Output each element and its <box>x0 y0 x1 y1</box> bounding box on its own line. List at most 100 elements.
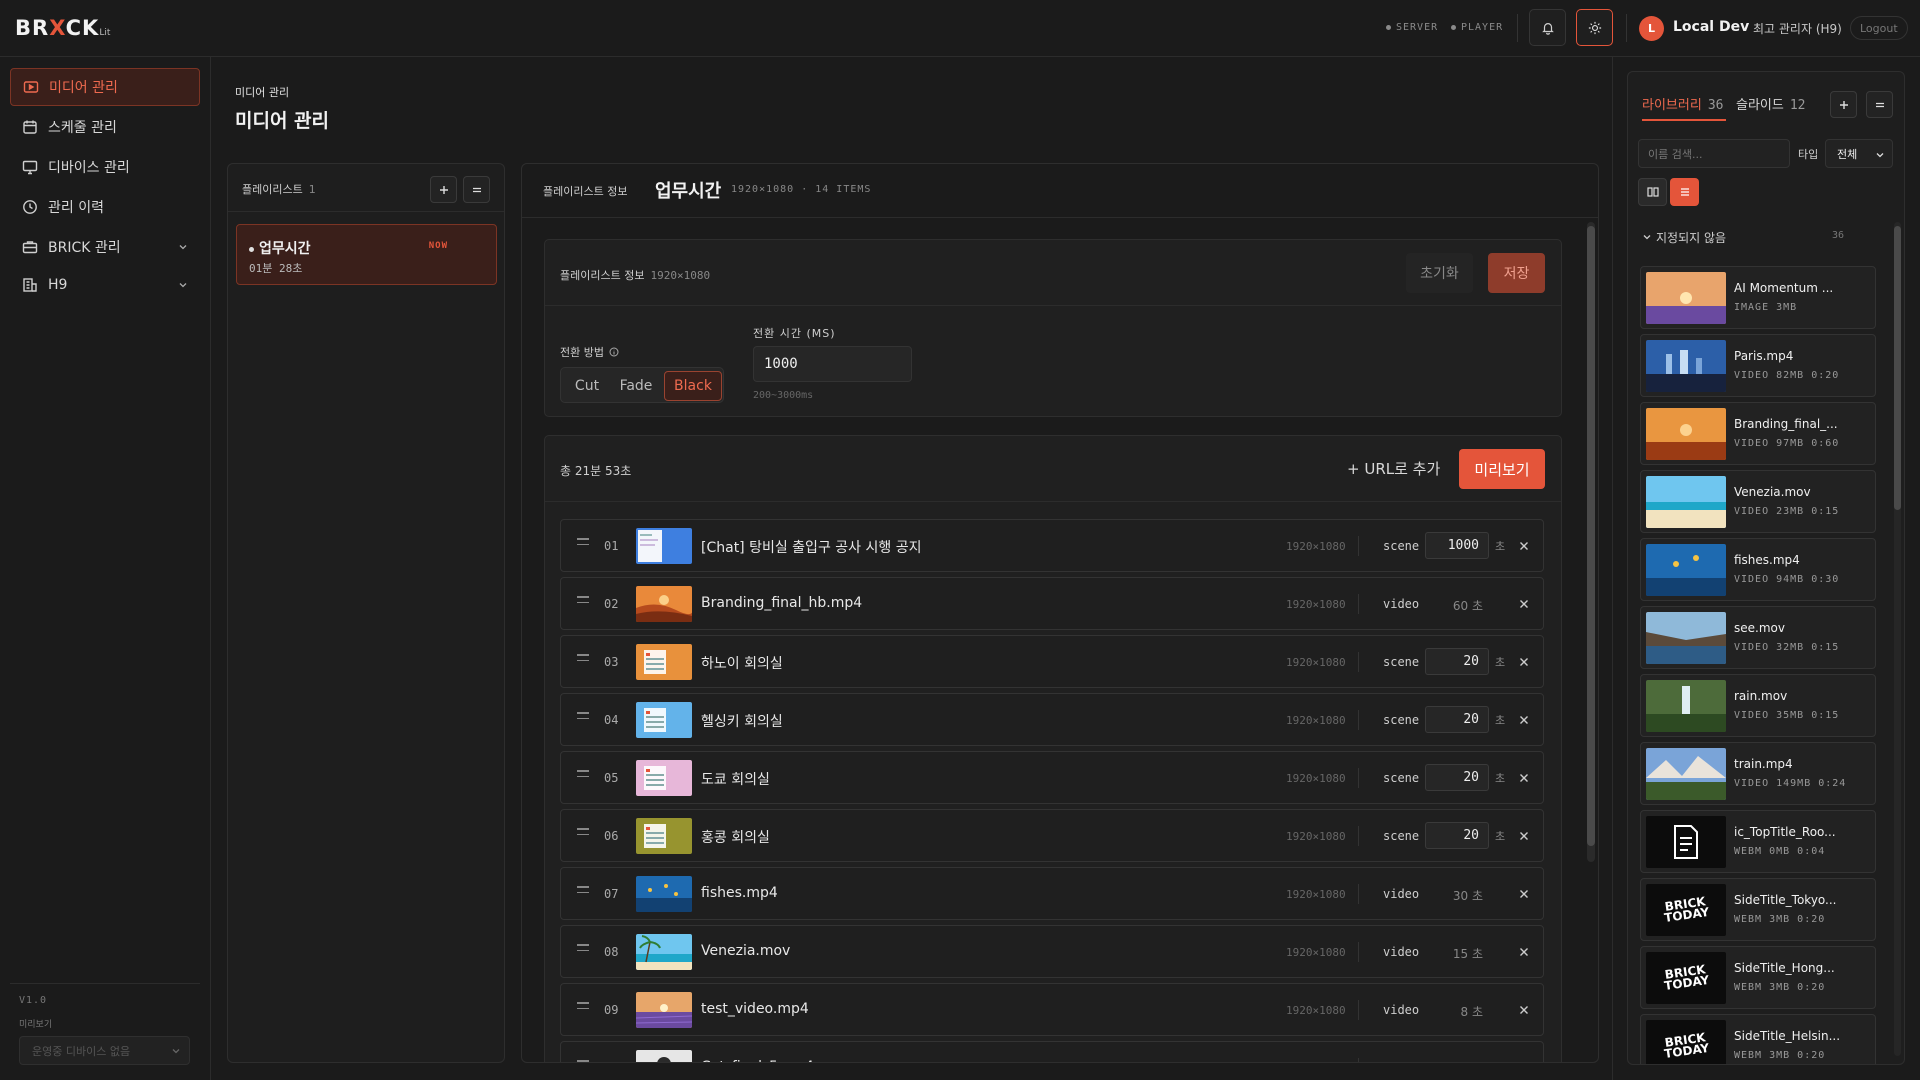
row-type: video <box>1383 597 1420 611</box>
reset-button[interactable]: 초기화 <box>1406 253 1473 293</box>
drag-handle-icon[interactable] <box>577 538 589 549</box>
row-type: video <box>1383 945 1420 959</box>
drag-handle-icon[interactable] <box>577 712 589 723</box>
save-button[interactable]: 저장 <box>1488 253 1545 293</box>
media-thumbnail <box>1646 544 1726 596</box>
row-resolution: 1920×1080 <box>1286 598 1346 611</box>
drag-handle-icon[interactable] <box>577 944 589 955</box>
logout-button[interactable]: Logout <box>1850 16 1908 40</box>
add-url-button[interactable]: + URL로 추가 <box>1347 458 1440 479</box>
remove-row-button[interactable] <box>1514 1058 1534 1062</box>
theme-toggle-button[interactable] <box>1576 9 1613 46</box>
playlist-row[interactable]: 07 fishes.mp4 1920×1080 video 30 초 <box>560 867 1544 920</box>
media-item[interactable]: Branding_final_... VIDEO 97MB 0:60 <box>1640 402 1876 465</box>
media-item[interactable]: BRICK TODAY SideTitle_Helsin... WEBM 3MB 0… <box>1640 1014 1876 1064</box>
media-name: SideTitle_Helsin... <box>1734 1029 1841 1043</box>
scrollbar-thumb[interactable] <box>1587 226 1595 846</box>
calendar-icon <box>22 119 38 135</box>
media-item[interactable]: see.mov VIDEO 32MB 0:15 <box>1640 606 1876 669</box>
media-item[interactable]: BRICK TODAY SideTitle_Hong... WEBM 3MB 0:2… <box>1640 946 1876 1009</box>
sidebar-item-history[interactable]: 관리 이력 <box>10 188 200 226</box>
sidebar-item-devices[interactable]: 디바이스 관리 <box>10 148 200 186</box>
scrollbar[interactable] <box>1587 222 1595 862</box>
sidebar-item-media[interactable]: 미디어 관리 <box>10 68 200 106</box>
media-item[interactable]: Paris.mp4 VIDEO 82MB 0:20 <box>1640 334 1876 397</box>
remove-row-button[interactable] <box>1514 1000 1534 1020</box>
remove-row-button[interactable] <box>1514 536 1534 556</box>
remove-row-button[interactable] <box>1514 942 1534 962</box>
playlist-menu-button[interactable] <box>463 176 490 203</box>
playlist-row[interactable]: 01 [Chat] 탕비실 출입구 공사 시행 공지 1920×1080 scene 1… <box>560 519 1544 572</box>
brand-logo[interactable]: BRXCKLit <box>15 16 110 40</box>
list-view-button[interactable] <box>1670 178 1699 206</box>
transition-black[interactable]: Black <box>664 371 722 401</box>
drag-handle-icon[interactable] <box>577 828 589 839</box>
add-playlist-button[interactable] <box>430 176 457 203</box>
duration-input[interactable]: 20 <box>1425 764 1489 791</box>
preview-device-select[interactable]: 운영중 디바이스 없음 <box>19 1036 190 1065</box>
drag-handle-icon[interactable] <box>577 654 589 665</box>
scrollbar-thumb[interactable] <box>1894 226 1901 510</box>
playlist-row[interactable]: 06 홍콩 회의실 1920×1080 scene 20 초 <box>560 809 1544 862</box>
transition-cut[interactable]: Cut <box>567 371 607 401</box>
playlist-row[interactable]: 05 도쿄 회의실 1920×1080 scene 20 초 <box>560 751 1544 804</box>
playlist-row[interactable]: 03 하노이 회의실 1920×1080 scene 20 초 <box>560 635 1544 688</box>
preview-button[interactable]: 미리보기 <box>1459 449 1545 489</box>
media-item[interactable]: BRICK TODAY SideTitle_Tokyo... WEBM 3MB 0:… <box>1640 878 1876 941</box>
notifications-button[interactable] <box>1529 9 1566 46</box>
duration-input[interactable]: 20 <box>1425 822 1489 849</box>
transition-selector: Cut Fade Black <box>560 367 724 403</box>
remove-row-button[interactable] <box>1514 826 1534 846</box>
active-dot <box>249 246 254 252</box>
remove-row-button[interactable] <box>1514 710 1534 730</box>
media-item[interactable]: train.mp4 VIDEO 149MB 0:24 <box>1640 742 1876 805</box>
drag-handle-icon[interactable] <box>577 1002 589 1013</box>
remove-row-button[interactable] <box>1514 652 1534 672</box>
duration-input[interactable]: 1000 <box>1425 532 1489 559</box>
divider <box>1626 14 1627 42</box>
drag-handle-icon[interactable] <box>577 770 589 781</box>
drag-handle-icon[interactable] <box>577 886 589 897</box>
playlist-row[interactable]: 10 Cat_final_5.mp4 1920×1080 video 35 초 <box>560 1041 1544 1062</box>
row-index: 05 <box>604 771 619 785</box>
avatar[interactable]: L <box>1639 16 1664 41</box>
row-type: video <box>1383 1003 1420 1017</box>
tab-slides[interactable]: 슬라이드 12 <box>1736 94 1806 113</box>
media-meta: WEBM 0MB 0:04 <box>1734 846 1826 857</box>
media-item[interactable]: rain.mov VIDEO 35MB 0:15 <box>1640 674 1876 737</box>
search-input[interactable]: 이름 검색... <box>1638 139 1790 168</box>
media-name: rain.mov <box>1734 689 1788 703</box>
playlist-item[interactable]: 업무시간 01분 28초 NOW <box>236 224 497 285</box>
playlist-row[interactable]: 04 헬싱키 회의실 1920×1080 scene 20 초 <box>560 693 1544 746</box>
drag-handle-icon[interactable] <box>577 1060 589 1062</box>
remove-row-button[interactable] <box>1514 768 1534 788</box>
playlist-row[interactable]: 09 test_video.mp4 1920×1080 video 8 초 <box>560 983 1544 1036</box>
sidebar-item-h9[interactable]: H9 <box>10 266 200 304</box>
media-item[interactable]: Venezia.mov VIDEO 23MB 0:15 <box>1640 470 1876 533</box>
transition-time-input[interactable]: 1000 <box>753 346 912 382</box>
drag-handle-icon[interactable] <box>577 596 589 607</box>
duration-input[interactable]: 20 <box>1425 706 1489 733</box>
playlist-row[interactable]: 02 Branding_final_hb.mp4 1920×1080 video 60 … <box>560 577 1544 630</box>
playlist-row[interactable]: 08 Venezia.mov 1920×1080 video 15 초 <box>560 925 1544 978</box>
plus-icon <box>439 185 448 194</box>
remove-row-button[interactable] <box>1514 884 1534 904</box>
tab-library[interactable]: 라이브러리 36 <box>1642 94 1723 113</box>
row-thumbnail <box>636 644 692 680</box>
transition-fade[interactable]: Fade <box>611 371 661 401</box>
scrollbar[interactable] <box>1894 222 1901 1056</box>
type-filter-select[interactable]: 전체 <box>1825 139 1893 168</box>
sidebar-item-brick[interactable]: BRICK 관리 <box>10 228 200 266</box>
media-thumbnail <box>1646 612 1726 664</box>
thumbnail-title: BRICK TODAY <box>1663 1030 1711 1062</box>
add-media-button[interactable] <box>1830 91 1857 118</box>
media-item[interactable]: AI Momentum ... IMAGE 3MB <box>1640 266 1876 329</box>
grid-view-button[interactable] <box>1638 178 1667 206</box>
sidebar-item-schedule[interactable]: 스케줄 관리 <box>10 108 200 146</box>
group-header[interactable]: 지정되지 않음 <box>1642 229 1726 246</box>
media-item[interactable]: fishes.mp4 VIDEO 94MB 0:30 <box>1640 538 1876 601</box>
library-menu-button[interactable] <box>1866 91 1893 118</box>
media-item[interactable]: ic_TopTitle_Roo... WEBM 0MB 0:04 <box>1640 810 1876 873</box>
remove-row-button[interactable] <box>1514 594 1534 614</box>
duration-input[interactable]: 20 <box>1425 648 1489 675</box>
